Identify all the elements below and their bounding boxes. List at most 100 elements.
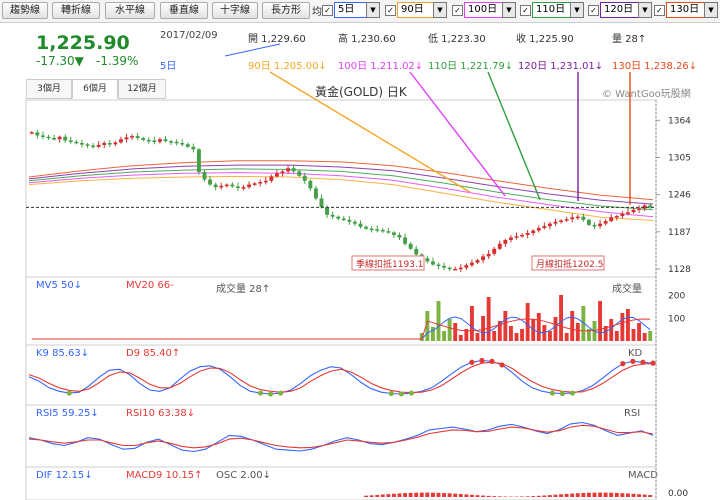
volume-bar bbox=[614, 331, 619, 341]
candle bbox=[358, 220, 363, 229]
candle-body bbox=[609, 217, 614, 222]
candle bbox=[141, 136, 146, 142]
candle-body bbox=[308, 180, 313, 189]
candle bbox=[547, 221, 552, 230]
macd-bar bbox=[559, 494, 564, 497]
volume-bar bbox=[492, 331, 497, 341]
candle-body bbox=[330, 214, 335, 217]
candle-body bbox=[508, 237, 513, 240]
candle-body bbox=[235, 186, 240, 188]
candle-body bbox=[180, 143, 185, 145]
kd-signal-dot bbox=[408, 390, 415, 396]
candle bbox=[347, 216, 352, 225]
candle-body bbox=[135, 136, 140, 138]
kd-signal-dot bbox=[479, 357, 485, 364]
candle bbox=[425, 255, 430, 264]
macd-bar bbox=[375, 494, 380, 497]
candle-body bbox=[592, 224, 597, 227]
candle-body bbox=[391, 232, 396, 235]
candle bbox=[286, 165, 291, 174]
candle-body bbox=[614, 216, 619, 218]
candle bbox=[135, 132, 140, 140]
candle bbox=[35, 129, 40, 139]
candle-body bbox=[40, 135, 45, 137]
annotation-pointer-1 bbox=[409, 71, 506, 197]
candle-body bbox=[29, 132, 34, 134]
macd-bar bbox=[386, 494, 391, 497]
kd-signal-dot bbox=[278, 390, 284, 396]
candle-body bbox=[458, 267, 463, 270]
candle-body bbox=[157, 139, 162, 142]
macd-bar bbox=[481, 495, 486, 497]
macd-bar bbox=[369, 495, 374, 497]
candle bbox=[252, 182, 257, 186]
candle-body bbox=[141, 138, 146, 140]
candle-body bbox=[52, 138, 57, 140]
candle-body bbox=[252, 183, 257, 185]
candle-body bbox=[191, 146, 196, 150]
candle bbox=[469, 259, 474, 268]
macd-bar bbox=[598, 492, 603, 497]
volume-bar bbox=[503, 311, 508, 341]
candle bbox=[570, 213, 575, 223]
y-tick-label: 1305 bbox=[668, 154, 691, 164]
candle bbox=[458, 263, 463, 273]
volume-bar bbox=[631, 329, 636, 341]
candle bbox=[174, 139, 179, 146]
macd-bar bbox=[419, 492, 424, 497]
candle-body bbox=[559, 220, 564, 222]
candle-body bbox=[96, 144, 101, 147]
macd-bar bbox=[520, 496, 525, 497]
macd-bar bbox=[436, 492, 441, 497]
candle bbox=[213, 182, 218, 191]
volume-bar bbox=[598, 301, 603, 341]
macd-bar bbox=[570, 493, 575, 497]
candle bbox=[235, 182, 240, 191]
candle bbox=[391, 231, 396, 239]
candle-body bbox=[35, 132, 40, 136]
candle-body bbox=[291, 168, 296, 172]
candle-body bbox=[325, 207, 330, 215]
candle bbox=[107, 139, 112, 147]
y-tick-label: 1364 bbox=[668, 116, 691, 126]
candle bbox=[196, 148, 201, 175]
candle bbox=[280, 170, 285, 177]
candle bbox=[230, 182, 235, 188]
candle bbox=[464, 263, 469, 271]
candle-body bbox=[536, 228, 541, 231]
kd-signal-dot bbox=[388, 390, 394, 397]
volume-bar bbox=[648, 331, 653, 341]
candle bbox=[436, 262, 441, 269]
macd-bar bbox=[547, 495, 552, 497]
volume-bar bbox=[642, 333, 647, 341]
candle bbox=[542, 222, 547, 230]
volume-bar bbox=[458, 335, 463, 341]
candle bbox=[113, 141, 118, 147]
candle-body bbox=[603, 221, 608, 224]
kd-signal-dot bbox=[569, 390, 576, 396]
macd-bar bbox=[581, 492, 586, 497]
candle-body bbox=[258, 182, 263, 184]
volume-bar bbox=[620, 313, 625, 341]
candle bbox=[180, 139, 185, 147]
kd-signal-dot bbox=[650, 360, 656, 366]
candle bbox=[124, 133, 129, 143]
candle bbox=[152, 136, 157, 145]
candle bbox=[492, 246, 497, 256]
kd-line-D9 bbox=[28, 361, 654, 394]
candle bbox=[146, 137, 151, 144]
candle-body bbox=[118, 139, 123, 143]
candle bbox=[481, 253, 486, 264]
rsi-line-RSI10 bbox=[28, 424, 654, 449]
macd-bar bbox=[631, 493, 636, 497]
macd-bar bbox=[553, 494, 558, 497]
candle-body bbox=[620, 213, 625, 217]
macd-bar bbox=[564, 493, 569, 497]
candle-body bbox=[280, 171, 285, 174]
stock-chart[interactable]: 1364 1305 1246 1187 1128 季線扣抵1193.1 月線扣抵1202.5… bbox=[0, 0, 720, 500]
volume-bar bbox=[570, 311, 575, 341]
candle bbox=[592, 222, 597, 230]
macd-bar bbox=[447, 493, 452, 497]
candle bbox=[408, 241, 413, 251]
kd-signal-dot bbox=[66, 390, 72, 396]
